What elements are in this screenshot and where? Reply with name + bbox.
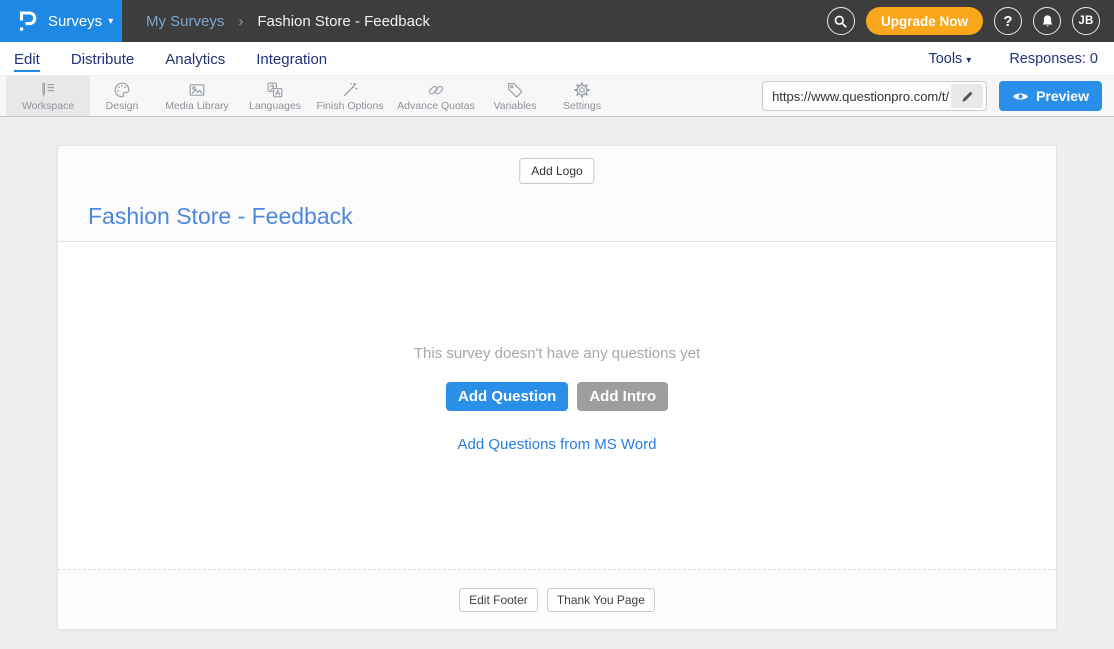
eye-icon <box>1012 91 1029 102</box>
edit-url-button[interactable] <box>951 84 983 108</box>
notifications-button[interactable] <box>1033 7 1061 35</box>
add-question-button[interactable]: Add Question <box>446 382 568 411</box>
survey-header: Add Logo Fashion Store - Feedback <box>58 146 1056 242</box>
pencil-icon <box>961 90 974 103</box>
chevron-down-icon: ▾ <box>108 16 113 27</box>
add-intro-button[interactable]: Add Intro <box>577 382 668 411</box>
tab-integration[interactable]: Integration <box>256 49 327 68</box>
workspace-icon <box>39 81 57 99</box>
toolbar-design[interactable]: Design <box>90 76 154 116</box>
finish-options-icon <box>341 81 359 99</box>
toolbar-advance-quotas[interactable]: Advance Quotas <box>390 76 482 116</box>
survey-body: This survey doesn't have any questions y… <box>58 242 1056 569</box>
edit-footer-button[interactable]: Edit Footer <box>459 588 538 612</box>
design-icon <box>113 81 131 99</box>
help-button[interactable]: ? <box>994 7 1022 35</box>
tab-analytics[interactable]: Analytics <box>165 49 225 68</box>
survey-editor-content: Add Logo Fashion Store - Feedback This s… <box>0 117 1114 649</box>
section-tab-bar: Edit Distribute Analytics Integration To… <box>0 42 1114 76</box>
survey-card: Add Logo Fashion Store - Feedback This s… <box>57 145 1057 630</box>
toolbar-languages[interactable]: Languages <box>240 76 310 116</box>
survey-url-input[interactable] <box>763 89 951 104</box>
breadcrumb-my-surveys[interactable]: My Surveys <box>146 13 224 30</box>
product-label: Surveys <box>48 13 102 30</box>
bell-icon <box>1040 14 1055 29</box>
questionpro-app: Surveys ▾ My Surveys › Fashion Store - F… <box>0 0 1114 649</box>
toolbar-finish-options[interactable]: Finish Options <box>310 76 390 116</box>
breadcrumb-current-survey: Fashion Store - Feedback <box>257 13 430 30</box>
upgrade-now-button[interactable]: Upgrade Now <box>866 7 983 35</box>
empty-actions: Add Question Add Intro <box>58 382 1056 411</box>
top-bar: Surveys ▾ My Surveys › Fashion Store - F… <box>0 0 1114 42</box>
search-button[interactable] <box>827 7 855 35</box>
breadcrumb: My Surveys › Fashion Store - Feedback <box>146 13 430 30</box>
toolbar-media-library[interactable]: Media Library <box>154 76 240 116</box>
advance-quotas-icon <box>427 81 445 99</box>
add-logo-button[interactable]: Add Logo <box>519 158 594 184</box>
chevron-down-icon: ▾ <box>966 55 971 66</box>
empty-message: This survey doesn't have any questions y… <box>58 345 1056 362</box>
topbar-actions: Upgrade Now ? JB <box>827 7 1114 35</box>
breadcrumb-separator-icon: › <box>238 13 243 30</box>
toolbar-variables[interactable]: Variables <box>482 76 548 116</box>
tab-edit[interactable]: Edit <box>14 49 40 68</box>
empty-state: This survey doesn't have any questions y… <box>58 345 1056 454</box>
languages-icon <box>266 81 284 99</box>
survey-title[interactable]: Fashion Store - Feedback <box>88 203 353 230</box>
question-mark-icon: ? <box>1003 13 1012 30</box>
toolbar-settings[interactable]: Settings <box>548 76 616 116</box>
survey-toolbar: Workspace Design Media Library <box>0 76 1114 117</box>
survey-url-group <box>762 81 987 111</box>
survey-footer: Edit Footer Thank You Page <box>58 569 1056 629</box>
responses-count[interactable]: Responses: 0 <box>1009 51 1098 67</box>
variables-icon <box>506 81 524 99</box>
toolbar-workspace[interactable]: Workspace <box>6 76 90 116</box>
add-questions-from-ms-word-link[interactable]: Add Questions from MS Word <box>458 436 657 453</box>
media-library-icon <box>188 81 206 99</box>
questionpro-logo-icon <box>16 8 38 35</box>
preview-button[interactable]: Preview <box>999 81 1102 111</box>
tools-dropdown[interactable]: Tools▾ <box>928 51 971 67</box>
avatar[interactable]: JB <box>1072 7 1100 35</box>
search-icon <box>833 14 848 29</box>
thank-you-page-button[interactable]: Thank You Page <box>547 588 655 612</box>
tab-distribute[interactable]: Distribute <box>71 49 134 68</box>
surveys-product-menu[interactable]: Surveys ▾ <box>0 0 122 42</box>
settings-icon <box>573 81 591 99</box>
tabbar-right: Tools▾ Responses: 0 <box>928 51 1098 67</box>
toolbar-right: Preview <box>762 76 1114 116</box>
